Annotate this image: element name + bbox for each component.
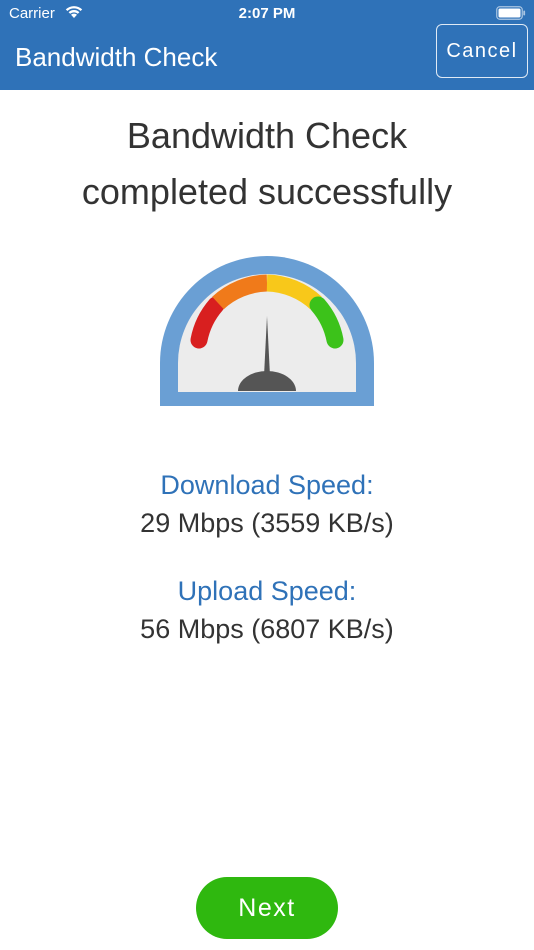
nav-bar: Carrier 2:07 PM Bandwidth Check Cancel (0, 0, 534, 90)
next-button[interactable]: Next (196, 877, 338, 939)
clock: 2:07 PM (238, 5, 296, 22)
upload-speed-label: Upload Speed: (177, 576, 357, 606)
upload-speed-value: 56 Mbps (6807 KB/s) (140, 614, 394, 644)
battery-icon (496, 6, 526, 20)
completion-message-line2: completed successfully (81, 171, 453, 212)
completion-message: Bandwidth Check completed successfully (0, 108, 534, 220)
completion-message-line1: Bandwidth Check (126, 115, 408, 156)
cancel-button[interactable]: Cancel (436, 24, 528, 78)
download-speed-label: Download Speed: (160, 470, 374, 500)
download-speed-value: 29 Mbps (3559 KB/s) (140, 508, 394, 538)
speedometer-icon (160, 256, 374, 406)
page-title: Bandwidth Check (15, 42, 218, 72)
